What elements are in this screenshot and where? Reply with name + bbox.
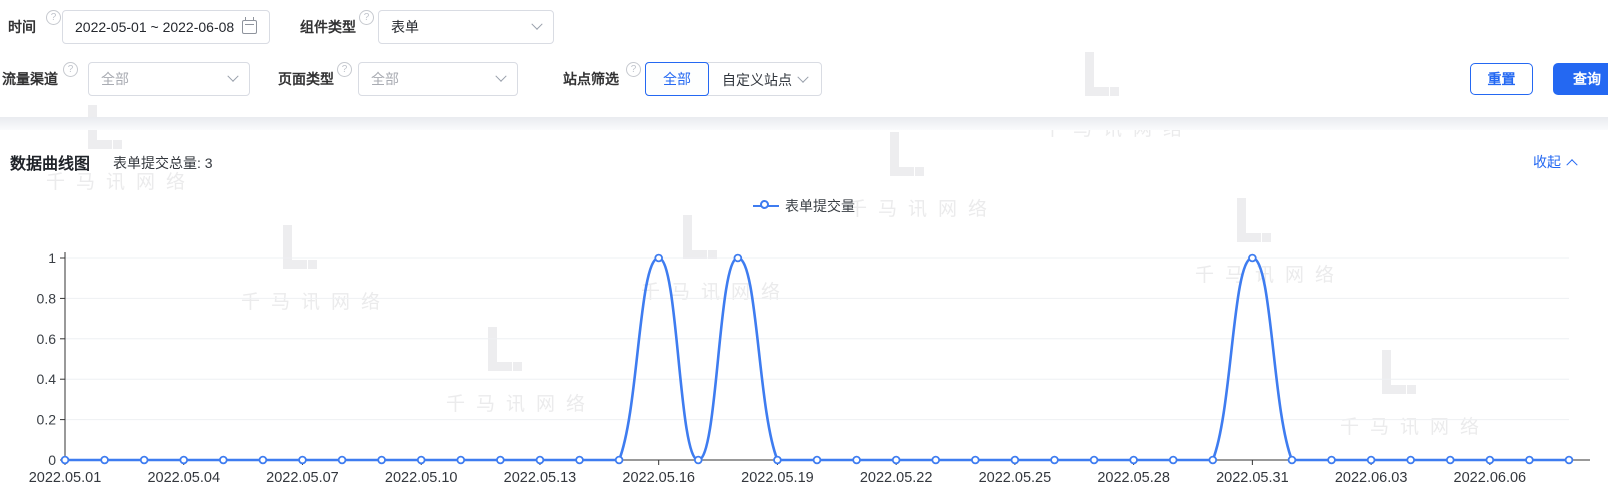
site-filter-label: 站点筛选 [563, 62, 619, 96]
time-help-icon[interactable]: ? [46, 10, 61, 25]
watermark: 千马讯网络 [890, 132, 924, 176]
svg-text:2022.05.01: 2022.05.01 [29, 470, 102, 486]
section-divider [0, 117, 1608, 130]
legend-line-marker-icon [753, 201, 779, 211]
time-filter-label: 时间 [8, 10, 36, 44]
svg-text:2022.05.10: 2022.05.10 [385, 470, 458, 486]
page-type-help-icon[interactable]: ? [337, 62, 352, 77]
date-range-input[interactable]: 2022-05-01 ~ 2022-06-08 [62, 10, 270, 44]
svg-text:2022.05.25: 2022.05.25 [979, 470, 1052, 486]
svg-text:2022.06.03: 2022.06.03 [1335, 470, 1408, 486]
section-title: 数据曲线图 [10, 150, 90, 174]
chevron-up-icon [1566, 159, 1577, 170]
traffic-channel-help-icon[interactable]: ? [63, 62, 78, 77]
svg-text:2022.06.06: 2022.06.06 [1454, 470, 1527, 486]
site-filter-all-label: 全部 [663, 69, 691, 89]
traffic-channel-value: 全部 [101, 69, 229, 89]
svg-text:0.4: 0.4 [37, 371, 57, 387]
svg-text:2022.05.19: 2022.05.19 [741, 470, 814, 486]
chevron-down-icon [797, 72, 808, 83]
page-type-label: 页面类型 [278, 62, 334, 96]
traffic-channel-label: 流量渠道 [2, 62, 58, 96]
svg-text:2022.05.28: 2022.05.28 [1097, 470, 1170, 486]
chart-legend[interactable]: 表单提交量 [0, 196, 1608, 216]
component-type-select[interactable]: 表单 [378, 10, 554, 44]
svg-text:1: 1 [48, 250, 56, 266]
legend-series-label: 表单提交量 [785, 196, 855, 216]
traffic-channel-select[interactable]: 全部 [88, 62, 250, 96]
watermark-logo-icon [1085, 52, 1119, 96]
date-range-value: 2022-05-01 ~ 2022-06-08 [75, 19, 242, 35]
component-type-help-icon[interactable]: ? [359, 10, 374, 25]
analytics-page: { "filters": { "time": { "label": "时间", … [0, 0, 1608, 497]
svg-text:2022.05.22: 2022.05.22 [860, 470, 933, 486]
svg-text:0.6: 0.6 [37, 331, 57, 347]
svg-text:2022.05.07: 2022.05.07 [266, 470, 339, 486]
site-filter-custom-label: 自定义站点 [722, 70, 792, 90]
svg-text:2022.05.04: 2022.05.04 [147, 470, 220, 486]
site-filter-help-icon[interactable]: ? [626, 62, 641, 77]
site-filter-segmented: 全部 自定义站点 [645, 62, 822, 96]
page-type-select[interactable]: 全部 [358, 62, 518, 96]
svg-text:2022.05.31: 2022.05.31 [1216, 470, 1289, 486]
query-button[interactable]: 查询 [1553, 63, 1608, 95]
chevron-down-icon [227, 71, 238, 82]
watermark: 千马讯网络 [1085, 52, 1119, 96]
chevron-down-icon [495, 71, 506, 82]
calendar-icon [242, 20, 257, 34]
svg-text:0.2: 0.2 [37, 412, 57, 428]
line-chart-canvas[interactable]: 0 0.2 0.4 0.6 0.8 1 2022.05.01 2022.05.04 2022.0… [0, 230, 1608, 497]
site-filter-all-button[interactable]: 全部 [645, 62, 709, 96]
svg-text:2022.05.16: 2022.05.16 [622, 470, 695, 486]
svg-text:2022.05.13: 2022.05.13 [504, 470, 577, 486]
component-type-value: 表单 [391, 17, 533, 37]
component-type-label: 组件类型 [300, 10, 356, 44]
watermark-logo-icon [890, 132, 924, 176]
collapse-label: 收起 [1533, 152, 1561, 172]
collapse-toggle[interactable]: 收起 [1533, 152, 1576, 172]
svg-text:0.8: 0.8 [37, 290, 57, 306]
site-filter-custom-button[interactable]: 自定义站点 [708, 63, 821, 97]
form-submit-total: 表单提交总量: 3 [113, 153, 213, 173]
page-type-value: 全部 [371, 69, 497, 89]
svg-text:0: 0 [48, 452, 56, 468]
reset-button[interactable]: 重置 [1470, 63, 1533, 95]
chevron-down-icon [531, 19, 542, 30]
